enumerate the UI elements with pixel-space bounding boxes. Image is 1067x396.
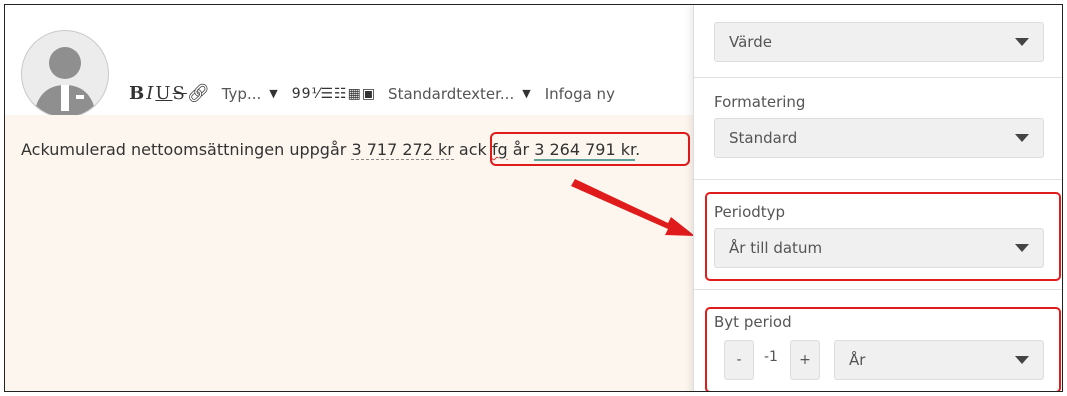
editor-area: BIUS🔗︎ Typ... ▼ 99⅟☰☷▦▣ Standardtexter..… [5,5,695,391]
sentence-text: Ackumulerad nettoomsättningen uppgår [21,140,352,159]
bold-button[interactable]: B [129,83,146,104]
chevron-down-icon[interactable]: ▼ [269,87,277,100]
format-toolbar: BIUS🔗︎ Typ... ▼ 99⅟☰☷▦▣ Standardtexter..… [129,83,615,104]
italic-button[interactable]: I [146,83,155,104]
sentence-text: ack [453,140,492,159]
divider [694,289,1062,290]
properties-panel: Värde Formatering Standard Periodtyp År … [693,5,1062,391]
chevron-down-icon[interactable]: ▼ [522,87,530,100]
highlight-box-byt-period [705,307,1061,391]
text-format-group: BIUS🔗︎ [129,83,212,104]
chevron-down-icon [1015,134,1029,142]
standard-texts-dropdown[interactable]: Standardtexter... [388,85,514,103]
formatting-select-text: Standard [729,129,798,147]
value-select-text: Värde [729,33,772,51]
link-icon[interactable]: 🔗︎ [187,83,212,104]
formatting-label: Formatering [714,93,806,111]
highlight-box-periodtyp [705,192,1061,281]
chevron-down-icon [1015,38,1029,46]
formatting-select[interactable]: Standard [714,118,1044,158]
divider [694,77,1062,78]
editor-toolbar: BIUS🔗︎ Typ... ▼ 99⅟☰☷▦▣ Standardtexter..… [5,5,695,118]
value-select[interactable]: Värde [714,22,1044,62]
block-tools-icons[interactable]: 99⅟☰☷▦▣ [292,86,376,102]
user-silhouette-icon [34,47,96,117]
strikethrough-button[interactable]: S [173,83,187,104]
type-dropdown[interactable]: Typ... [222,85,262,103]
insert-new-menu[interactable]: Infoga ny [545,85,615,103]
window: BIUS🔗︎ Typ... ▼ 99⅟☰☷▦▣ Standardtexter..… [4,4,1063,392]
avatar [21,30,109,118]
underline-button[interactable]: U [155,83,172,104]
value-field-1[interactable]: 3 717 272 kr [351,140,454,160]
divider [694,179,1062,180]
highlight-box-text [490,132,690,166]
